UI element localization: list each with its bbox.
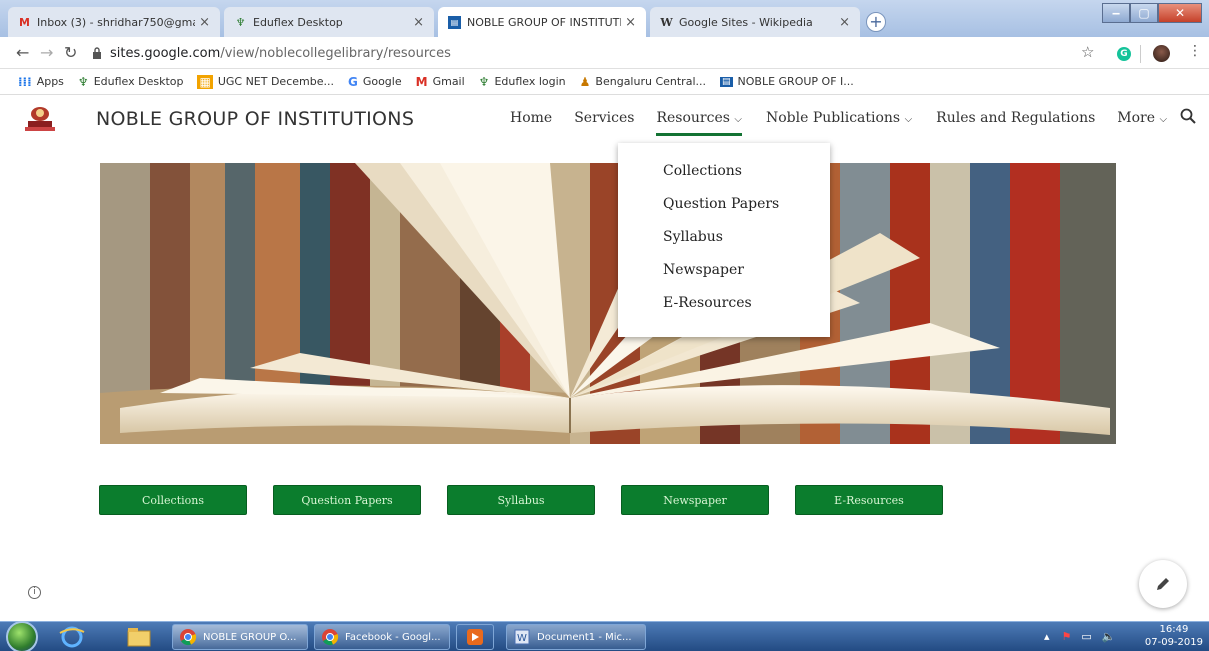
newspaper-button[interactable]: Newspaper (621, 485, 769, 515)
bookmarks-bar: ⁞⁞⁞ Apps ♆ Eduflex Desktop ▦ UGC NET Decemb… (0, 69, 1209, 95)
ugc-icon: ▦ (197, 74, 213, 89)
wikipedia-icon: W (660, 15, 673, 29)
system-tray: ▴ ⚑ ▭ 🔈 (1044, 630, 1116, 643)
resources-dropdown-menu: Collections Question Papers Syllabus New… (618, 143, 830, 337)
word-icon: W (514, 629, 530, 645)
taskbar-word-document[interactable]: W Document1 - Mic... (506, 624, 646, 650)
volume-icon[interactable]: 🔈 (1102, 630, 1116, 643)
sites-icon: ▤ (720, 76, 733, 87)
taskbar-chrome-facebook[interactable]: Facebook - Googl... (314, 624, 450, 650)
site-title[interactable]: NOBLE GROUP OF INSTITUTIONS (96, 108, 414, 130)
dropdown-item-newspaper[interactable]: Newspaper (618, 262, 830, 295)
show-hidden-icons-icon[interactable]: ▴ (1044, 630, 1050, 643)
windows-taskbar: NOBLE GROUP O... Facebook - Googl... W D… (0, 621, 1209, 651)
profile-avatar[interactable] (1153, 45, 1170, 62)
close-tab-icon[interactable]: × (413, 15, 424, 30)
eduflex-icon: ♆ (478, 74, 490, 89)
chevron-down-icon: ⌵ (904, 114, 913, 125)
search-icon[interactable] (1180, 108, 1196, 124)
bookmark-noble-group[interactable]: ▤ NOBLE GROUP OF I... (720, 75, 854, 88)
dropdown-item-e-resources[interactable]: E-Resources (618, 295, 830, 328)
eduflex-icon: ♆ (77, 74, 89, 89)
svg-text:W: W (517, 633, 527, 644)
gmail-icon: M (19, 15, 30, 29)
nav-rules-and-regulations[interactable]: Rules and Regulations (936, 110, 1095, 126)
chrome-icon (180, 629, 197, 646)
nav-noble-publications[interactable]: Noble Publications ⌵ (766, 110, 912, 126)
collections-button[interactable]: Collections (99, 485, 247, 515)
bookmark-eduflex-login[interactable]: ♆ Eduflex login (479, 75, 566, 89)
start-button[interactable] (6, 621, 38, 651)
dropdown-item-question-papers[interactable]: Question Papers (618, 196, 830, 229)
chevron-down-icon: ⌵ (1159, 114, 1168, 125)
network-icon[interactable]: ▭ (1081, 630, 1091, 643)
gmail-icon: M (415, 74, 428, 89)
internet-explorer-icon[interactable] (52, 624, 92, 650)
bengaluru-icon: ♟ (579, 74, 591, 89)
site-navigation: Home Services Resources ⌵ Noble Publicat… (510, 110, 1189, 136)
site-header: NOBLE GROUP OF INSTITUTIONS Home Service… (0, 96, 1209, 144)
reload-icon[interactable]: ↻ (64, 43, 77, 62)
noble-logo[interactable] (22, 104, 58, 134)
google-icon: G (347, 74, 358, 89)
bookmark-bengaluru-central[interactable]: ♟ Bengaluru Central... (580, 75, 706, 89)
bookmark-ugc-net[interactable]: ▦ UGC NET Decembe... (197, 74, 334, 89)
media-player-icon[interactable] (456, 624, 494, 650)
toolbar-divider (1140, 45, 1141, 63)
resource-buttons: Collections Question Papers Syllabus New… (99, 485, 969, 515)
chevron-down-icon: ⌵ (734, 114, 742, 125)
close-tab-icon[interactable]: × (839, 15, 850, 30)
apps-grid-icon: ⁞⁞⁞ (18, 74, 32, 89)
new-tab-button[interactable]: + (866, 12, 886, 32)
dropdown-item-collections[interactable]: Collections (618, 163, 830, 196)
close-tab-icon[interactable]: × (625, 15, 636, 30)
browser-tab-strip: M Inbox (3) - shridhar750@gmail.co × ♆ E… (0, 0, 1209, 37)
minimize-button[interactable]: ‒ (1102, 3, 1130, 23)
lock-icon (93, 47, 101, 59)
syllabus-button[interactable]: Syllabus (447, 485, 595, 515)
sites-icon: ▤ (448, 15, 461, 29)
taskbar-chrome-noble[interactable]: NOBLE GROUP O... (172, 624, 308, 650)
chrome-icon (322, 629, 339, 646)
close-window-button[interactable]: ✕ (1158, 3, 1202, 23)
close-tab-icon[interactable]: × (199, 15, 210, 30)
bookmark-eduflex-desktop[interactable]: ♆ Eduflex Desktop (78, 75, 184, 89)
maximize-button[interactable]: ▢ (1130, 3, 1158, 23)
bookmark-gmail[interactable]: M Gmail (416, 75, 465, 89)
edit-pencil-button[interactable] (1139, 560, 1187, 608)
nav-services[interactable]: Services (574, 110, 634, 126)
window-controls: ‒ ▢ ✕ (1102, 3, 1206, 25)
menu-kebab-icon[interactable]: ⋮ (1188, 43, 1202, 59)
nav-resources[interactable]: Resources ⌵ (656, 110, 742, 136)
star-bookmark-icon[interactable]: ☆ (1081, 43, 1094, 61)
pencil-icon (1157, 578, 1169, 590)
bookmark-apps[interactable]: ⁞⁞⁞ Apps (18, 75, 64, 89)
hero-book-image (100, 163, 1116, 444)
e-resources-button[interactable]: E-Resources (795, 485, 943, 515)
back-arrow-icon[interactable]: ← (16, 43, 29, 62)
eduflex-icon: ♆ (235, 15, 246, 29)
tab-noble-active[interactable]: ▤ NOBLE GROUP OF INSTITUTIONS × (438, 7, 646, 37)
tab-eduflex[interactable]: ♆ Eduflex Desktop × (224, 7, 434, 37)
nav-more[interactable]: More ⌵ (1117, 110, 1167, 126)
question-papers-button[interactable]: Question Papers (273, 485, 421, 515)
info-icon[interactable]: i (28, 586, 41, 599)
action-center-flag-icon[interactable]: ⚑ (1062, 630, 1072, 643)
nav-home[interactable]: Home (510, 110, 552, 126)
address-bar[interactable]: sites.google.com/view/noblecollegelibrar… (110, 42, 890, 64)
grammarly-icon[interactable]: G (1117, 47, 1131, 61)
tab-wikipedia[interactable]: W Google Sites - Wikipedia × (650, 7, 860, 37)
forward-arrow-icon[interactable]: → (40, 43, 53, 62)
dropdown-item-syllabus[interactable]: Syllabus (618, 229, 830, 262)
file-explorer-icon[interactable] (118, 624, 158, 650)
bookmark-google[interactable]: G Google (348, 75, 402, 89)
tab-gmail[interactable]: M Inbox (3) - shridhar750@gmail.co × (8, 7, 220, 37)
browser-toolbar: ← → ↻ sites.google.com/view/noblecollege… (0, 37, 1209, 69)
system-clock[interactable]: 16:49 07-09-2019 (1145, 623, 1203, 649)
